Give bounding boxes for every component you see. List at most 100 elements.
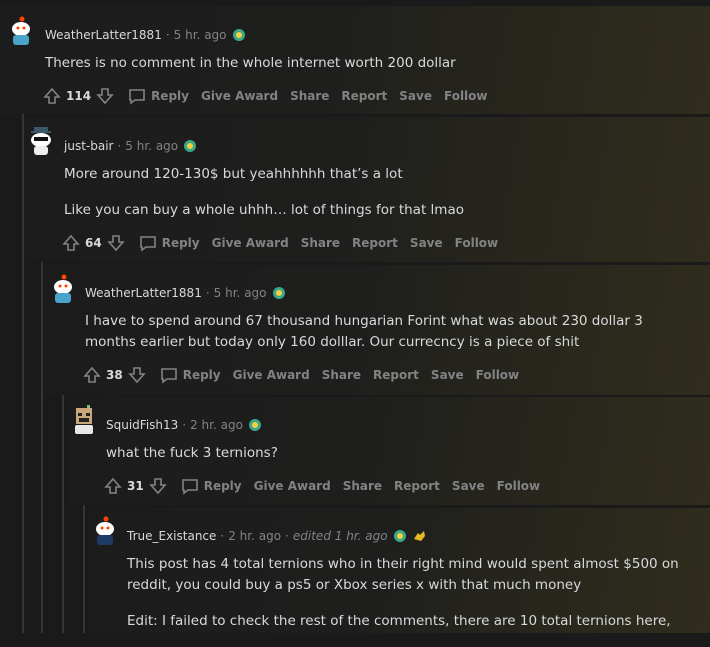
thread-line[interactable] (22, 52, 24, 633)
give-award-button[interactable]: Give Award (212, 236, 289, 250)
downvote-arrow-icon (106, 235, 125, 252)
comment-paragraph: what the fuck 3 ternions? (106, 445, 278, 461)
reply-button[interactable]: Reply (180, 476, 242, 496)
username[interactable]: True_Existance (127, 529, 216, 543)
timestamp[interactable]: 5 hr. ago (125, 139, 178, 153)
comment-body: More around 120-130$ but yeahhhhhh that’… (64, 164, 684, 236)
timestamp[interactable]: 2 hr. ago (190, 418, 243, 432)
follow-button[interactable]: Follow (476, 368, 520, 382)
downvote-button[interactable] (127, 365, 147, 385)
comment-meta: just-bair · 5 hr. ago (64, 139, 197, 153)
comment-meta: SquidFish13 · 2 hr. ago (106, 418, 262, 432)
avatar[interactable] (48, 273, 78, 303)
comment-body: This post has 4 total ternions who in th… (127, 554, 697, 647)
comment-actions: 38 Reply Give Award Share Report Save Fo… (82, 365, 519, 385)
chat-bubble-icon (160, 368, 177, 384)
upvote-button[interactable] (42, 86, 62, 106)
upvote-button[interactable] (82, 365, 102, 385)
edited-label: edited 1 hr. ago (292, 529, 388, 543)
share-button[interactable]: Share (290, 89, 329, 103)
downvote-button[interactable] (106, 233, 126, 253)
username[interactable]: WeatherLatter1881 (85, 286, 202, 300)
upvote-arrow-icon (62, 234, 80, 251)
ternion-award-icon[interactable] (232, 28, 246, 42)
comment-actions: 31 Reply Give Award Share Report Save Fo… (103, 476, 540, 496)
chat-bubble-icon (139, 236, 156, 252)
upvote-arrow-icon (104, 477, 122, 494)
separator-dot: · (165, 28, 170, 42)
save-button[interactable]: Save (399, 89, 432, 103)
vote-score: 114 (66, 89, 92, 103)
comment-body: what the fuck 3 ternions? (106, 443, 696, 479)
timestamp[interactable]: 2 hr. ago (228, 529, 281, 543)
upvote-arrow-icon (43, 87, 61, 104)
ternion-award-icon[interactable] (393, 529, 407, 543)
vote-score: 64 (85, 236, 102, 250)
username[interactable]: SquidFish13 (106, 418, 178, 432)
give-award-button[interactable]: Give Award (233, 368, 310, 382)
separator-dot: · (220, 529, 225, 543)
comment-paragraph: I have to spend around 67 thousand hunga… (85, 313, 643, 350)
comment-meta: WeatherLatter1881 · 5 hr. ago (45, 28, 246, 42)
reply-button[interactable]: Reply (159, 365, 221, 385)
report-button[interactable]: Report (394, 479, 440, 493)
report-button[interactable]: Report (352, 236, 398, 250)
reply-button[interactable]: Reply (138, 233, 200, 253)
downvote-button[interactable] (95, 86, 115, 106)
comment-body: I have to spend around 67 thousand hunga… (85, 311, 697, 368)
give-award-button[interactable]: Give Award (254, 479, 331, 493)
username[interactable]: just-bair (64, 139, 113, 153)
separator-dot: · (285, 529, 289, 543)
comment-paragraph: More around 120-130$ but yeahhhhhh that’… (64, 166, 403, 182)
comment-paragraph: This post has 4 total ternions who in th… (127, 556, 679, 593)
comment-actions: 114 Reply Give Award Share Report Save F… (42, 86, 488, 106)
comment-paragraph: Edit: I failed to check the rest of the … (127, 613, 671, 629)
ternion-award-icon[interactable] (248, 418, 262, 432)
avatar[interactable] (90, 515, 120, 545)
comment-body: Theres is no comment in the whole intern… (45, 53, 665, 89)
give-award-button[interactable]: Give Award (201, 89, 278, 103)
upvote-button[interactable] (103, 476, 123, 496)
reply-label: Reply (161, 236, 200, 250)
vote-score: 31 (127, 479, 144, 493)
reply-label: Reply (151, 89, 189, 103)
share-button[interactable]: Share (301, 236, 340, 250)
username[interactable]: WeatherLatter1881 (45, 28, 162, 42)
upvote-button[interactable] (61, 233, 81, 253)
separator-dot: · (182, 418, 187, 432)
ternion-award-icon[interactable] (272, 286, 286, 300)
vote-score: 38 (106, 368, 123, 382)
report-button[interactable]: Report (373, 368, 419, 382)
follow-button[interactable]: Follow (444, 89, 488, 103)
share-button[interactable]: Share (343, 479, 382, 493)
upvote-arrow-icon (83, 366, 101, 383)
reply-label: Reply (182, 368, 221, 382)
comment-actions: 64 Reply Give Award Share Report Save Fo… (61, 233, 498, 253)
chat-bubble-icon (181, 479, 198, 495)
avatar[interactable] (26, 125, 56, 155)
share-button[interactable]: Share (322, 368, 361, 382)
avatar[interactable] (69, 404, 99, 434)
timestamp[interactable]: 5 hr. ago (214, 286, 267, 300)
report-button[interactable]: Report (341, 89, 387, 103)
reply-label: Reply (203, 479, 242, 493)
timestamp[interactable]: 5 hr. ago (174, 28, 227, 42)
comment-paragraph: Theres is no comment in the whole intern… (45, 55, 456, 71)
downvote-arrow-icon (148, 478, 167, 495)
follow-button[interactable]: Follow (455, 236, 499, 250)
comment-meta: WeatherLatter1881 · 5 hr. ago (85, 286, 286, 300)
gold-hands-award-icon[interactable] (412, 529, 426, 543)
save-button[interactable]: Save (431, 368, 464, 382)
comment-paragraph: Like you can buy a whole uhhh… lot of th… (64, 202, 464, 218)
comment-meta: True_Existance · 2 hr. ago · edited 1 hr… (127, 529, 426, 543)
follow-button[interactable]: Follow (497, 479, 541, 493)
avatar[interactable] (6, 15, 36, 45)
downvote-arrow-icon (127, 367, 146, 384)
chat-bubble-icon (129, 89, 145, 105)
reply-button[interactable]: Reply (127, 86, 189, 106)
ternion-award-icon[interactable] (183, 139, 197, 153)
downvote-button[interactable] (148, 476, 168, 496)
save-button[interactable]: Save (452, 479, 485, 493)
save-button[interactable]: Save (410, 236, 443, 250)
downvote-arrow-icon (96, 88, 114, 105)
